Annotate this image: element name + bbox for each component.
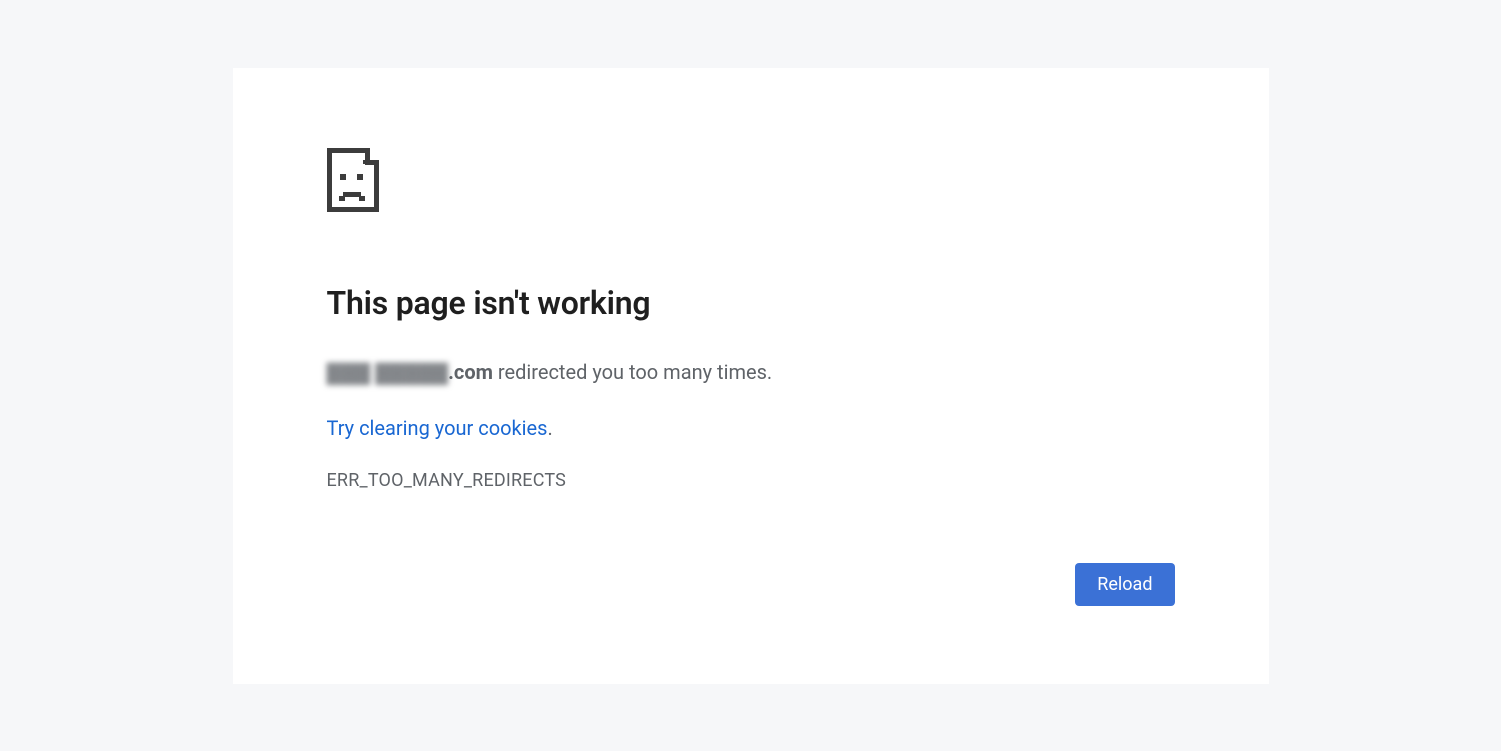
error-message: ▓▓▓ ▓▓▓▓▓.com redirected you too many ti… — [327, 358, 1175, 386]
domain-redacted: ▓▓▓ ▓▓▓▓▓ — [327, 360, 449, 384]
domain-suffix: .com — [448, 360, 493, 384]
message-tail: redirected you too many times. — [493, 360, 772, 384]
suggestion-row: Try clearing your cookies. — [327, 416, 1175, 440]
sad-page-icon — [327, 148, 1175, 216]
link-period: . — [547, 416, 552, 440]
clear-cookies-link[interactable]: Try clearing your cookies — [327, 416, 548, 440]
error-heading: This page isn't working — [327, 284, 1175, 322]
error-card: This page isn't working ▓▓▓ ▓▓▓▓▓.com re… — [233, 68, 1269, 684]
reload-button[interactable]: Reload — [1075, 563, 1174, 606]
error-code: ERR_TOO_MANY_REDIRECTS — [327, 470, 1175, 491]
